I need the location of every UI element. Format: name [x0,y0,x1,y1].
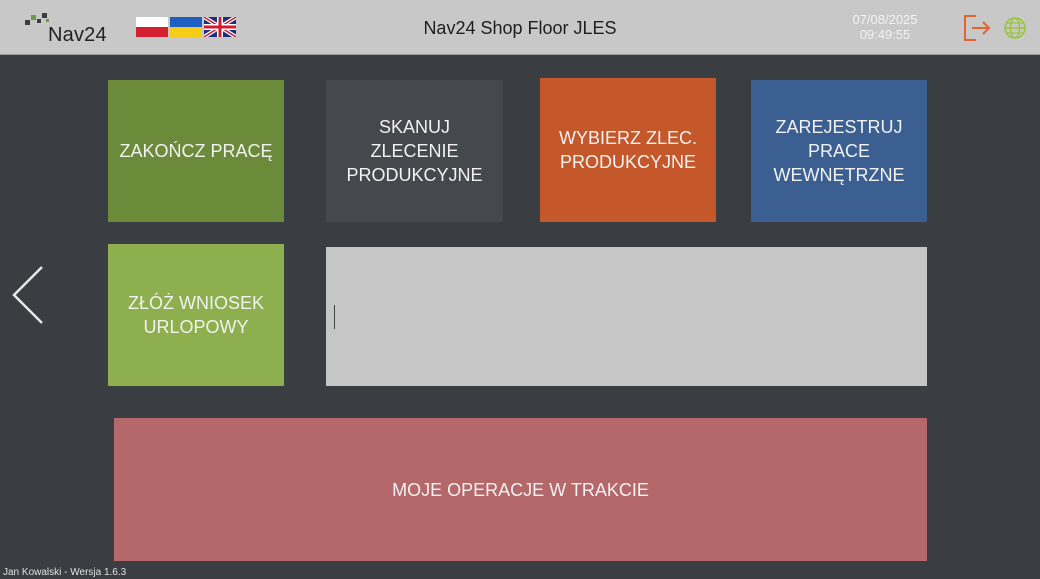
my-operations-label: MOJE OPERACJE W TRAKCIE [392,479,649,500]
ua-flag-icon[interactable] [170,17,202,37]
date-time: 07/08/2025 09:49:55 [840,12,930,42]
user-name: Jan Kowalski [3,567,62,578]
choose-order-label-line2: PRODUKCYJNE [559,152,696,172]
finish-work-label: ZAKOŃCZ PRACĘ [119,141,273,161]
brand-name: Nav24 [48,24,107,46]
main-panel: ZAKOŃCZ PRACĘ SKANUJ ZLECENIE PRODUKCYJN… [0,56,1040,575]
text-caret [334,305,335,329]
current-date: 07/08/2025 [852,12,918,27]
globe-icon[interactable] [1003,16,1027,40]
gb-flag-icon[interactable] [204,17,236,37]
top-bar: Nav24 Nav24 Shop Floor JLES 07/08/2025 0… [0,0,1040,55]
leave-request-button[interactable]: ZŁÓŻ WNIOSEK URLOPOWY [108,244,284,386]
current-time: 09:49:55 [859,27,911,42]
finish-work-button[interactable]: ZAKOŃCZ PRACĘ [108,80,284,222]
logout-icon[interactable] [962,13,992,43]
scan-order-label-line2: PRODUKCYJNE [346,165,483,185]
status-footer: Jan Kowalski - Wersja 1.6.3 [3,567,126,579]
language-switcher [136,17,236,37]
choose-order-button[interactable]: WYBIERZ ZLEC. PRODUKCYJNE [540,78,716,222]
app-version: Wersja 1.6.3 [70,567,127,578]
pl-flag-icon[interactable] [136,17,168,37]
register-internal-label-line3: WEWNĘTRZNE [773,165,905,185]
chevron-left-icon[interactable] [8,264,48,326]
register-internal-work-button[interactable]: ZAREJESTRUJ PRACE WEWNĘTRZNE [751,80,927,222]
nav24-logo: Nav24 [24,12,124,46]
logo-mark-icon [25,13,49,25]
leave-request-label-line2: URLOPOWY [143,317,249,337]
my-operations-button[interactable]: MOJE OPERACJE W TRAKCIE [114,418,927,561]
scan-order-label-line1: SKANUJ ZLECENIE [370,117,459,161]
register-internal-label-line1: ZAREJESTRUJ [775,117,903,137]
leave-request-label-line1: ZŁÓŻ WNIOSEK [127,293,264,313]
choose-order-label-line1: WYBIERZ ZLEC. [558,128,697,148]
register-internal-label-line2: PRACE [807,141,870,161]
scan-input[interactable] [326,247,927,386]
scan-order-button[interactable]: SKANUJ ZLECENIE PRODUKCYJNE [326,80,503,222]
page-title: Nav24 Shop Floor JLES [423,18,617,38]
